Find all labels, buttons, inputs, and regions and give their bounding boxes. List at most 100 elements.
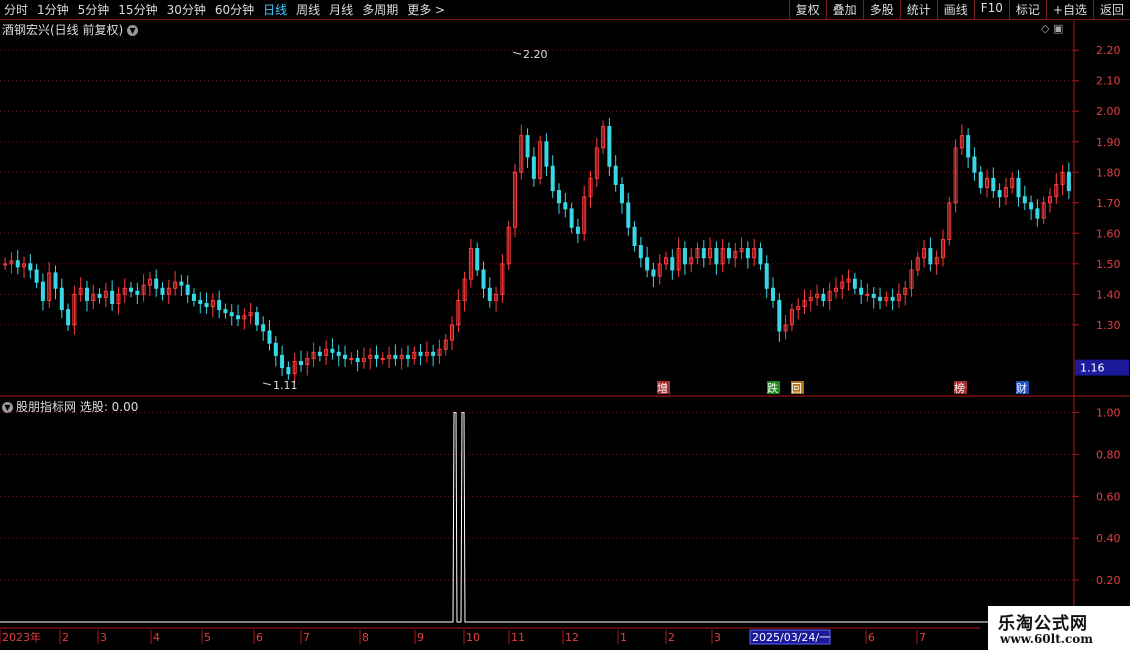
event-marker: 增 bbox=[657, 381, 668, 395]
x-tick-label: 1 bbox=[620, 631, 627, 644]
candle-body bbox=[40, 281, 45, 301]
watermark-title: 乐淘公式网 bbox=[998, 614, 1088, 634]
candle-body bbox=[280, 354, 285, 369]
candle-body bbox=[1066, 171, 1071, 192]
candle-body bbox=[745, 248, 750, 259]
y-tick-label: 1.30 bbox=[1096, 319, 1121, 332]
extreme-label: 1.11 bbox=[273, 379, 298, 392]
event-marker: 财 bbox=[1016, 381, 1027, 395]
x-tick-label: 6 bbox=[868, 631, 875, 644]
candle-body bbox=[254, 312, 259, 326]
candle-body bbox=[1029, 202, 1034, 210]
candle-body bbox=[267, 330, 272, 344]
extreme-pointer bbox=[262, 382, 272, 386]
watermark: 乐淘公式网 www.60lt.com bbox=[988, 606, 1130, 650]
candle-body bbox=[544, 141, 549, 167]
candle-body bbox=[632, 226, 637, 247]
candle-body bbox=[557, 190, 562, 204]
candle-body bbox=[682, 248, 687, 265]
candle-body bbox=[972, 156, 977, 173]
candle-body bbox=[336, 351, 341, 356]
x-tick-label: 8 bbox=[362, 631, 369, 644]
candle-body bbox=[393, 354, 398, 359]
y-tick-label: 2.00 bbox=[1096, 105, 1121, 118]
x-tick-label: 7 bbox=[919, 631, 926, 644]
candle-body bbox=[229, 312, 234, 317]
x-tick-label: 11 bbox=[511, 631, 525, 644]
kline-chart[interactable]: 2.20 2.10 2.00 1.90 1.80 1.70 1.60 1.50 1.40 1.30… bbox=[0, 0, 1130, 650]
x-tick-label: 5 bbox=[204, 631, 211, 644]
candle-body bbox=[343, 354, 348, 359]
candle-body bbox=[871, 293, 876, 298]
candle-body bbox=[160, 287, 165, 295]
candle-body bbox=[764, 263, 769, 289]
candle-body bbox=[236, 315, 241, 320]
candle-body bbox=[405, 354, 410, 359]
candle-body bbox=[204, 303, 209, 308]
candle-body bbox=[179, 281, 184, 286]
candle-body bbox=[645, 257, 650, 271]
y-tick-label: 1.80 bbox=[1096, 166, 1121, 179]
y-tick-label: 0.20 bbox=[1096, 574, 1121, 587]
candle-body bbox=[726, 248, 731, 259]
candle-body bbox=[777, 299, 782, 332]
candle-body bbox=[59, 287, 64, 311]
candle-body bbox=[298, 360, 303, 366]
candle-body bbox=[185, 284, 190, 295]
candle-body bbox=[97, 293, 102, 298]
x-tick-label: 10 bbox=[466, 631, 480, 644]
candle-body bbox=[878, 296, 883, 301]
current-price-label: 1.16 bbox=[1080, 362, 1105, 375]
y-tick-label: 0.60 bbox=[1096, 490, 1121, 503]
candle-body bbox=[84, 287, 89, 301]
candle-body bbox=[53, 272, 58, 289]
watermark-url: www.60lt.com bbox=[1000, 632, 1093, 646]
x-tick-label: 2025/03/24/一 bbox=[752, 631, 830, 644]
candle-body bbox=[670, 257, 675, 271]
event-marker: 跌 bbox=[767, 381, 778, 395]
candle-body bbox=[66, 309, 71, 326]
x-tick-label: 4 bbox=[153, 631, 160, 644]
candle-body bbox=[191, 293, 196, 301]
candle-body bbox=[821, 293, 826, 301]
candle-body bbox=[1016, 177, 1021, 198]
candle-body bbox=[758, 248, 763, 265]
x-tick-label: 3 bbox=[100, 631, 107, 644]
candle-body bbox=[991, 177, 996, 192]
y-tick-label: 2.20 bbox=[1096, 44, 1121, 57]
x-tick-label: 7 bbox=[303, 631, 310, 644]
candle-body bbox=[569, 208, 574, 228]
candle-body bbox=[431, 351, 436, 356]
candle-body bbox=[966, 135, 971, 158]
x-tick-label: 12 bbox=[565, 631, 579, 644]
y-tick-label: 1.00 bbox=[1096, 407, 1121, 420]
candle-body bbox=[531, 156, 536, 179]
candle-body bbox=[330, 348, 335, 353]
y-tick-label: 0.80 bbox=[1096, 448, 1121, 461]
candle-body bbox=[865, 293, 870, 296]
event-marker: 榜 bbox=[954, 381, 965, 395]
candle-body bbox=[487, 287, 492, 301]
candle-body bbox=[34, 269, 39, 283]
candle-body bbox=[3, 263, 8, 266]
candle-body bbox=[928, 248, 933, 265]
y-tick-label: 1.70 bbox=[1096, 197, 1121, 210]
y-tick-label: 1.50 bbox=[1096, 258, 1121, 271]
y-tick-label: 2.10 bbox=[1096, 75, 1121, 88]
x-tick-label: 2 bbox=[668, 631, 675, 644]
candle-body bbox=[15, 260, 20, 268]
candle-body bbox=[701, 248, 706, 259]
candle-body bbox=[619, 183, 624, 204]
candle-body bbox=[638, 245, 643, 259]
candle-body bbox=[550, 165, 555, 192]
candle-body bbox=[613, 165, 618, 185]
candle-body bbox=[129, 287, 134, 292]
candle-body bbox=[154, 278, 159, 289]
candle-body bbox=[198, 299, 203, 304]
candle-body bbox=[714, 248, 719, 265]
candle-body bbox=[771, 287, 776, 301]
candle-body bbox=[852, 278, 857, 289]
event-marker: 回 bbox=[791, 382, 802, 395]
candle-body bbox=[481, 269, 486, 289]
x-tick-label: 3 bbox=[714, 631, 721, 644]
